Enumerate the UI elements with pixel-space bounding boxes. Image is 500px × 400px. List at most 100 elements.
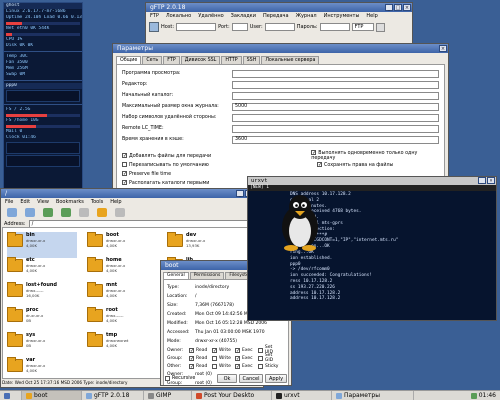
checkbox[interactable] [212, 355, 217, 361]
menu-item[interactable]: FTP [150, 13, 159, 19]
cancel-button[interactable]: Cancel [239, 374, 263, 383]
menu-item[interactable]: View [37, 199, 49, 205]
maximize-icon[interactable]: □ [394, 4, 402, 11]
file-item[interactable]: sys drwxr-xr-x 0B [7, 332, 77, 358]
new-folder-icon[interactable] [97, 208, 107, 217]
checkbox[interactable] [122, 161, 127, 167]
menu-item[interactable]: Bookmarks [56, 199, 84, 205]
taskbar-item-browser[interactable]: Post Your Deskto [192, 391, 272, 400]
checkbox[interactable]: ✓ [311, 150, 316, 156]
menu-item[interactable]: Передача [263, 13, 289, 19]
view-icon[interactable] [115, 208, 125, 217]
checkbox[interactable] [258, 363, 263, 369]
file-item[interactable]: home drwxr-xr-x 4,00K [87, 257, 157, 283]
user-input[interactable] [264, 23, 295, 31]
file-item[interactable]: bin drwxr-xr-x 4,00K [7, 232, 77, 258]
minimize-icon[interactable]: _ [385, 4, 393, 11]
taskbar-item-gftp[interactable]: gFTP 2.0.18 [82, 391, 144, 400]
minimize-icon[interactable]: _ [236, 190, 244, 197]
tab-ftp[interactable]: FTP [163, 56, 180, 64]
charset-input[interactable] [232, 113, 439, 122]
home-icon[interactable] [61, 208, 71, 217]
close-icon[interactable]: × [439, 45, 447, 52]
lc-time-input[interactable] [232, 124, 439, 133]
checkbox[interactable]: ✓ [189, 347, 194, 353]
checkbox[interactable] [212, 363, 217, 369]
close-icon[interactable]: × [403, 4, 411, 11]
gftp-icon [86, 392, 92, 399]
editor-input[interactable] [232, 80, 439, 89]
file-item[interactable]: mnt drwxr-xr-x 4,00K [87, 282, 157, 308]
menu-item[interactable]: Удалённо [198, 13, 223, 19]
recursive-checkbox[interactable] [165, 376, 170, 381]
file-item[interactable]: tmp drwxrwxrwt 4,00K [87, 332, 157, 358]
close-icon[interactable]: × [487, 177, 495, 184]
apply-button[interactable]: Apply [265, 374, 287, 383]
menu-item[interactable]: Help [110, 199, 121, 205]
file-item[interactable]: root drwx------ 4,00K [87, 307, 157, 333]
gftp-titlebar[interactable]: gFTP 2.0.18 _ □ × [146, 3, 412, 12]
tab-http[interactable]: HTTP [221, 56, 242, 64]
protocol-select[interactable]: FTP [351, 23, 374, 31]
menu-item[interactable]: Журнал [296, 13, 317, 19]
log-size-input[interactable]: 5000 [232, 102, 439, 111]
gimp-icon [148, 392, 154, 399]
taskbar-item-gimp[interactable]: GIMP [144, 391, 192, 400]
settings-titlebar[interactable]: Параметры × [113, 44, 448, 53]
file-item[interactable]: dev drwxr-xr-x 13,93K [167, 232, 237, 258]
menu-item[interactable]: File [5, 199, 13, 205]
menu-item[interactable]: Локально [166, 13, 191, 19]
host-input[interactable] [176, 23, 217, 31]
reload-icon[interactable] [79, 208, 89, 217]
tab-general[interactable]: General [163, 272, 189, 279]
back-icon[interactable] [7, 208, 17, 217]
menu-item[interactable]: Tools [91, 199, 103, 205]
checkbox[interactable]: ✓ [189, 363, 194, 369]
tab-local-servers[interactable]: Локальные сервера [261, 56, 320, 64]
tab-ssl[interactable]: Дивисок SSL [180, 56, 221, 64]
checkbox[interactable]: ✓ [235, 347, 240, 353]
tab-permissions[interactable]: Permissions [189, 272, 225, 279]
port-input[interactable] [231, 23, 248, 31]
fm-titlebar[interactable]: / _ □ × [1, 189, 263, 198]
checkbox[interactable]: ✓ [235, 363, 240, 369]
stop-icon[interactable] [375, 22, 385, 32]
up-icon[interactable] [43, 208, 53, 217]
password-input[interactable] [319, 23, 350, 31]
tray-icon[interactable] [470, 392, 477, 399]
checkbox[interactable]: ✓ [235, 355, 240, 361]
start-menu-button[interactable] [0, 391, 22, 400]
file-item[interactable]: lost+found drwx------ 16,00K [7, 282, 77, 308]
checkbox[interactable] [258, 355, 263, 361]
menu-item[interactable]: Закладки [231, 13, 256, 19]
menu-item[interactable]: Edit [20, 199, 30, 205]
minimize-icon[interactable]: _ [478, 177, 486, 184]
file-item[interactable]: boot drwxr-xr-x 4,00K [87, 232, 157, 258]
terminal-titlebar[interactable]: urxvt _ × [248, 177, 496, 185]
taskbar-item-boot[interactable]: boot [22, 391, 82, 400]
tab-ssh[interactable]: SSH [242, 56, 261, 64]
checkbox[interactable]: ✓ [212, 347, 217, 353]
ok-button[interactable]: Ok [217, 374, 237, 383]
field-label: Начальный каталог: [122, 93, 174, 98]
connect-icon[interactable] [149, 22, 159, 32]
checkbox[interactable]: ✓ [122, 179, 127, 185]
checkbox[interactable]: ✓ [189, 355, 194, 361]
forward-icon[interactable] [25, 208, 35, 217]
file-item[interactable]: proc dr-xr-xr-x 0B [7, 307, 77, 333]
checkbox[interactable]: ✓ [122, 170, 127, 176]
start-dir-input[interactable] [232, 91, 439, 100]
checkbox[interactable] [258, 347, 263, 353]
viewer-input[interactable] [232, 69, 439, 78]
perm-label: Read [196, 355, 208, 361]
taskbar-item-settings[interactable]: Параметры [332, 391, 414, 400]
menu-item[interactable]: Help [366, 13, 377, 19]
tab-network[interactable]: Сеть [142, 56, 163, 64]
taskbar-item-urxvt[interactable]: urxvt [272, 391, 332, 400]
checkbox[interactable]: ✓ [317, 161, 322, 167]
file-item[interactable]: etc drwxr-xr-x 4,00K [7, 257, 77, 283]
tab-general[interactable]: Общие [116, 56, 142, 64]
checkbox[interactable]: ✓ [122, 152, 127, 158]
menu-item[interactable]: Инструменты [324, 13, 360, 19]
cache-ttl-input[interactable]: 3600 [232, 135, 439, 144]
